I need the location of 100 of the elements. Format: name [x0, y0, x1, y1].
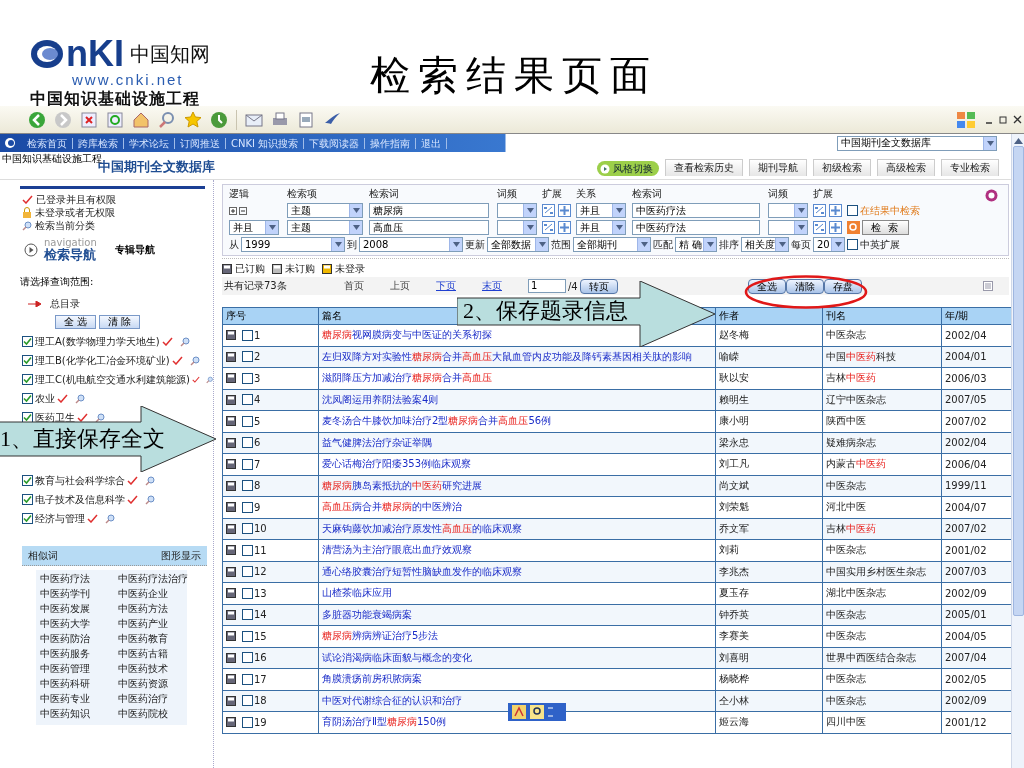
search-icon[interactable]: [95, 412, 105, 423]
search-term-field[interactable]: 中医药疗法: [632, 203, 760, 218]
expand-word-icon[interactable]: [813, 221, 826, 234]
row-checkbox[interactable]: [242, 609, 253, 621]
category-checkbox[interactable]: [22, 475, 33, 486]
similar-word-link[interactable]: 中医药服务: [40, 647, 118, 661]
relation-dropdown[interactable]: 并且: [576, 220, 626, 235]
help-icon[interactable]: [985, 189, 998, 202]
article-title-link[interactable]: 育阴汤治疗Ⅱ型糖尿病150例: [322, 716, 446, 728]
row-checkbox[interactable]: [242, 544, 253, 556]
expand-related-icon[interactable]: [829, 221, 842, 234]
search-button[interactable]: 检 索: [862, 220, 910, 235]
nav-link[interactable]: 检索首页: [22, 137, 73, 149]
row-checkbox[interactable]: [242, 329, 253, 341]
row-checkbox[interactable]: [242, 652, 253, 664]
field-dropdown[interactable]: 主题: [287, 203, 363, 218]
search-tab[interactable]: 高级检索: [877, 159, 935, 176]
search-icon[interactable]: [189, 355, 200, 366]
option-dropdown[interactable]: 20: [813, 237, 845, 252]
page-number-field[interactable]: 1: [528, 279, 566, 293]
similar-word-link[interactable]: 中医药管理: [40, 662, 118, 676]
article-title-link[interactable]: 糖尿病辨病辨证治疗5步法: [322, 630, 439, 642]
similar-word-link[interactable]: 中医药疗法: [40, 572, 118, 586]
pager-link[interactable]: 末页: [482, 279, 502, 293]
option-dropdown[interactable]: 精 确: [675, 237, 717, 252]
relation-dropdown[interactable]: 并且: [576, 203, 626, 218]
window-controls-icon[interactable]: [984, 113, 1024, 126]
expand-related-icon[interactable]: [558, 204, 571, 217]
search-icon[interactable]: [158, 110, 176, 129]
similar-word-link[interactable]: 中医药大学: [40, 617, 118, 631]
nav-link[interactable]: 跨库检索: [73, 137, 124, 149]
similar-word-link[interactable]: 中医药教育: [118, 632, 198, 646]
style-switch-button[interactable]: 风格切换: [597, 161, 659, 176]
similar-word-link[interactable]: 中医药治疗: [118, 692, 198, 706]
article-title-link[interactable]: 沈凤阁运用养阴法验案4则: [322, 393, 439, 405]
pager-link[interactable]: 上页: [390, 279, 410, 293]
stop-icon[interactable]: [80, 110, 98, 129]
article-title-link[interactable]: 多脏器功能衰竭病案: [322, 608, 412, 620]
logic-dropdown[interactable]: 并且: [229, 220, 279, 235]
frequency-dropdown[interactable]: [497, 220, 537, 235]
nav-link[interactable]: 订阅推送: [175, 137, 226, 149]
within-results-checkbox[interactable]: [847, 205, 858, 216]
expand-word-icon[interactable]: [813, 204, 826, 217]
search-tab[interactable]: 期刊导航: [749, 159, 807, 176]
row-checkbox[interactable]: [242, 566, 253, 578]
similar-word-link[interactable]: 中医药学刊: [40, 587, 118, 601]
similar-word-link[interactable]: 中医药产业: [118, 617, 198, 631]
row-checkbox[interactable]: [242, 372, 253, 384]
list-view-icon[interactable]: [983, 281, 993, 291]
search-tab[interactable]: 初级检索: [813, 159, 871, 176]
row-checkbox[interactable]: [242, 458, 253, 470]
frequency-dropdown[interactable]: [768, 203, 808, 218]
similar-word-link[interactable]: 中医药技术: [118, 662, 198, 676]
database-dropdown[interactable]: 中国期刊全文数据库: [837, 135, 997, 151]
option-dropdown[interactable]: 相关度: [741, 237, 789, 252]
nav-link[interactable]: 学术论坛: [124, 137, 175, 149]
row-checkbox[interactable]: [242, 630, 253, 642]
search-icon[interactable]: [75, 393, 85, 404]
bilingual-checkbox[interactable]: [847, 239, 858, 250]
article-title-link[interactable]: 山楂茶临床应用: [322, 587, 392, 599]
similar-word-link[interactable]: 中医药资源: [118, 677, 198, 691]
frequency-dropdown[interactable]: [497, 203, 537, 218]
nav-link[interactable]: 下载阅读器: [304, 137, 366, 149]
option-dropdown[interactable]: 全部数据: [487, 237, 549, 252]
row-checkbox[interactable]: [242, 437, 253, 449]
category-checkbox[interactable]: [22, 374, 33, 385]
category-checkbox[interactable]: [22, 355, 33, 366]
similar-word-link[interactable]: 中医药古籍: [118, 647, 198, 661]
search-navigation-link[interactable]: 检索导航: [44, 248, 97, 261]
search-tab[interactable]: 查看检索历史: [665, 159, 743, 176]
expand-word-icon[interactable]: [542, 221, 555, 234]
category-checkbox[interactable]: [22, 513, 33, 524]
search-icon[interactable]: [105, 513, 115, 524]
similar-word-link[interactable]: 中医药科研: [40, 677, 118, 691]
similar-word-link[interactable]: 中医药防治: [40, 632, 118, 646]
option-dropdown[interactable]: 全部期刊: [573, 237, 651, 252]
row-checkbox[interactable]: [242, 523, 253, 535]
expand-related-icon[interactable]: [829, 204, 842, 217]
search-term-field[interactable]: 糖尿病: [369, 203, 489, 218]
star-icon[interactable]: [184, 110, 202, 129]
back-icon[interactable]: [28, 110, 46, 129]
frequency-dropdown[interactable]: [768, 220, 808, 235]
search-term-field[interactable]: 中医药疗法: [632, 220, 760, 235]
row-checkbox[interactable]: [242, 587, 253, 599]
refresh-icon[interactable]: [106, 110, 124, 129]
album-navigation-link[interactable]: 专辑导航: [114, 242, 155, 257]
scroll-thumb[interactable]: [1012, 146, 1024, 616]
row-checkbox[interactable]: [242, 673, 253, 685]
search-icon[interactable]: [145, 475, 155, 486]
search-tab[interactable]: 专业检索: [941, 159, 999, 176]
similar-word-link[interactable]: 中医药专业: [40, 692, 118, 706]
scroll-up-icon[interactable]: [1013, 138, 1023, 144]
category-checkbox[interactable]: [22, 336, 33, 347]
row-checkbox[interactable]: [242, 501, 253, 513]
similar-word-link[interactable]: 中医药院校: [118, 707, 198, 721]
similar-word-link[interactable]: 中医药方法: [118, 602, 198, 616]
row-checkbox[interactable]: [242, 351, 253, 363]
similar-word-link[interactable]: 中医药发展: [40, 602, 118, 616]
row-checkbox[interactable]: [242, 480, 253, 492]
pager-link[interactable]: 首页: [344, 279, 364, 293]
